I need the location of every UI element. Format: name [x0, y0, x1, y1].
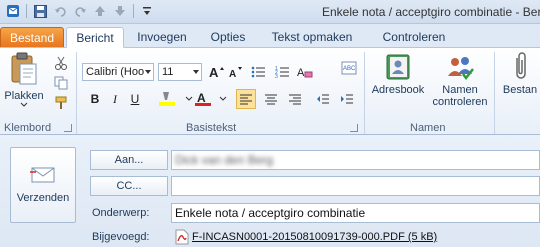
- names-group-label: Namen: [410, 122, 446, 134]
- font-name-value: Calibri (Hoo: [86, 66, 145, 78]
- to-recipient: Dick van den Berg: [175, 153, 274, 167]
- font-color-icon[interactable]: A: [194, 90, 212, 108]
- check-names-icon: [448, 57, 474, 81]
- arrow-down-icon[interactable]: [113, 4, 127, 18]
- svg-text:3: 3: [275, 74, 278, 79]
- paste-label: Plakken: [4, 90, 44, 102]
- font-size-combo[interactable]: 11: [158, 63, 202, 81]
- attach-file-label: Bestan: [502, 84, 538, 96]
- attachment-name: F-INCASN0001-20150810091739-000.PDF (5 k…: [192, 231, 438, 243]
- svg-text:ABC: ABC: [343, 66, 356, 72]
- cc-field[interactable]: [171, 176, 540, 196]
- send-button[interactable]: Verzenden: [10, 147, 76, 223]
- cc-button[interactable]: CC...: [90, 176, 168, 196]
- svg-text:A: A: [209, 65, 219, 79]
- highlight-icon[interactable]: [158, 90, 176, 108]
- group-separator: [76, 52, 77, 134]
- check-names-label-2: controleren: [432, 96, 488, 108]
- format-painter-icon[interactable]: [52, 94, 70, 112]
- group-separator: [494, 52, 495, 134]
- basic-text-group-label: Basistekst: [186, 122, 237, 134]
- arrow-up-icon[interactable]: [93, 4, 107, 18]
- italic-icon[interactable]: I: [106, 90, 124, 108]
- svg-text:A: A: [229, 69, 236, 79]
- pdf-file-icon: [175, 229, 189, 245]
- grow-font-icon[interactable]: A: [208, 63, 226, 81]
- compose-header: Verzenden Aan... Dick van den Berg CC...…: [0, 135, 540, 247]
- redo-icon[interactable]: [73, 4, 87, 18]
- numbering-icon[interactable]: 123: [274, 63, 292, 81]
- to-field[interactable]: Dick van den Berg: [171, 150, 540, 170]
- cut-icon[interactable]: [52, 54, 70, 72]
- send-mail-icon: [30, 167, 55, 183]
- decrease-indent-icon[interactable]: [314, 90, 332, 108]
- attachment-item[interactable]: F-INCASN0001-20150810091739-000.PDF (5 k…: [171, 227, 540, 247]
- ribbon-tabs: Bestand Bericht Invoegen Opties Tekst op…: [0, 24, 540, 48]
- clipboard-launcher-icon[interactable]: [64, 124, 72, 132]
- qat-separator: [133, 4, 134, 18]
- customize-toolbar-icon[interactable]: [140, 4, 154, 18]
- svg-text:A: A: [197, 91, 206, 105]
- spelling-icon[interactable]: ABC: [340, 60, 358, 78]
- bullets-icon[interactable]: [250, 63, 268, 81]
- font-size-value: 11: [162, 66, 174, 78]
- title-bar: Enkele nota / acceptgiro combinatie - Be…: [0, 0, 540, 24]
- paste-button[interactable]: Plakken: [4, 52, 44, 108]
- address-book-label: Adresbook: [371, 84, 425, 96]
- tab-review[interactable]: Controleren: [372, 27, 456, 48]
- check-names-button[interactable]: Namen controleren: [430, 52, 490, 108]
- save-icon[interactable]: [33, 4, 47, 18]
- group-separator: [364, 52, 365, 134]
- chevron-down-icon: [193, 70, 199, 74]
- basic-text-launcher-icon[interactable]: [350, 124, 358, 132]
- outlook-logo-icon[interactable]: [6, 4, 20, 18]
- chevron-down-icon: [20, 102, 28, 107]
- tab-options[interactable]: Opties: [202, 27, 254, 48]
- to-button[interactable]: Aan...: [90, 150, 168, 170]
- align-left-icon[interactable]: [236, 89, 256, 109]
- svg-text:A: A: [297, 67, 305, 79]
- copy-icon[interactable]: [52, 74, 70, 92]
- paperclip-icon: [516, 52, 526, 79]
- address-book-button[interactable]: Adresbook: [368, 52, 428, 96]
- clear-formatting-icon[interactable]: A: [296, 63, 314, 81]
- qat-separator: [26, 4, 27, 18]
- tab-file[interactable]: Bestand: [0, 27, 64, 48]
- font-name-combo[interactable]: Calibri (Hoo: [82, 63, 154, 81]
- undo-icon[interactable]: [53, 4, 67, 18]
- attached-label: Bijgevoegd:: [92, 231, 150, 243]
- align-center-icon[interactable]: [262, 90, 280, 108]
- clipboard-icon: [11, 52, 37, 85]
- shrink-font-icon[interactable]: A: [228, 63, 246, 81]
- tab-message[interactable]: Bericht: [66, 27, 124, 48]
- send-label: Verzenden: [16, 192, 70, 204]
- chevron-down-icon: [145, 70, 151, 74]
- check-names-label-1: Namen: [442, 84, 478, 96]
- clipboard-group-label: Klembord: [4, 122, 52, 134]
- address-book-icon: [386, 54, 410, 80]
- quick-access-toolbar: [6, 4, 154, 18]
- underline-icon[interactable]: U: [126, 90, 144, 108]
- tab-insert[interactable]: Invoegen: [130, 27, 194, 48]
- increase-indent-icon[interactable]: [338, 90, 356, 108]
- ribbon: Plakken Klembord Calibri (Hoo 11 A A 123…: [0, 47, 540, 135]
- bold-icon[interactable]: B: [86, 90, 104, 108]
- window-title: Enkele nota / acceptgiro combinatie - Be…: [322, 5, 540, 19]
- tab-format-text[interactable]: Tekst opmaken: [264, 27, 360, 48]
- subject-field[interactable]: Enkele nota / acceptgiro combinatie: [171, 203, 540, 223]
- font-color-dropdown-icon[interactable]: [214, 90, 232, 108]
- attach-file-button[interactable]: Bestan: [500, 52, 540, 96]
- align-right-icon[interactable]: [286, 90, 304, 108]
- subject-label: Onderwerp:: [92, 207, 150, 219]
